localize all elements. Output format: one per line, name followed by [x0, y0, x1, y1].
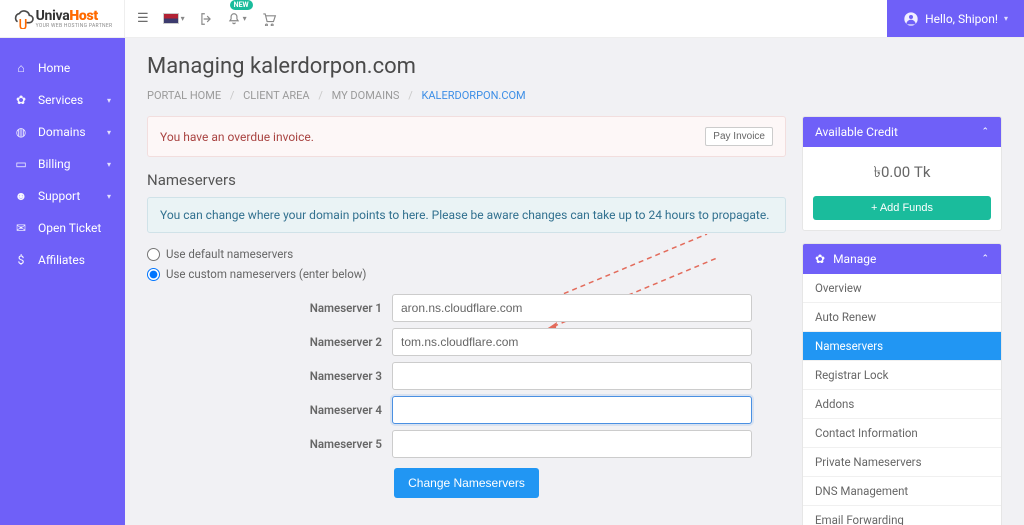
sidebar: ⌂ Home ✿ Services ▾ ◍ Domains ▾ ▭ Billing ▾ ☻ Suppor… [0, 38, 125, 525]
globe-icon: ◍ [14, 125, 28, 139]
ns1-input[interactable] [392, 294, 752, 322]
manage-panel-header[interactable]: ✿ Manage ⌃ [803, 244, 1001, 274]
sidebar-item-domains[interactable]: ◍ Domains ▾ [0, 116, 125, 148]
breadcrumb-client[interactable]: CLIENT AREA [243, 89, 309, 102]
manage-item-auto-renew[interactable]: Auto Renew [803, 302, 1001, 331]
chevron-down-icon: ▾ [107, 160, 111, 169]
ns2-input[interactable] [392, 328, 752, 356]
credit-amount: ৳0.00 Tk [803, 147, 1001, 196]
user-greeting: Hello, Shipon! [925, 12, 998, 26]
pay-invoice-button[interactable]: Pay Invoice [705, 127, 773, 146]
sidebar-item-home[interactable]: ⌂ Home [0, 52, 125, 84]
logout-button[interactable] [199, 12, 213, 26]
menu-toggle-button[interactable]: ☰ [137, 11, 149, 26]
use-default-ns-option[interactable]: Use default nameservers [147, 245, 786, 265]
support-icon: ☻ [14, 189, 28, 203]
ns5-label: Nameserver 5 [147, 437, 392, 451]
user-icon [903, 11, 919, 27]
notifications-button[interactable]: ▾ NEW [227, 12, 247, 26]
sidebar-item-open-ticket[interactable]: ✉ Open Ticket [0, 212, 125, 244]
ns4-label: Nameserver 4 [147, 403, 392, 417]
manage-item-registrar-lock[interactable]: Registrar Lock [803, 360, 1001, 389]
cloud-logo-icon [12, 9, 34, 29]
nameservers-heading: Nameservers [147, 171, 786, 189]
ns1-label: Nameserver 1 [147, 301, 392, 315]
sidebar-item-label: Affiliates [38, 253, 85, 267]
breadcrumb-portal[interactable]: PORTAL HOME [147, 89, 221, 102]
sidebar-item-label: Billing [38, 157, 71, 171]
brand-name: UnivaHost [36, 8, 98, 24]
ns2-label: Nameserver 2 [147, 335, 392, 349]
sidebar-item-label: Services [38, 93, 83, 107]
gear-icon: ✿ [815, 252, 825, 266]
overdue-text: You have an overdue invoice. [160, 130, 314, 144]
sidebar-item-billing[interactable]: ▭ Billing ▾ [0, 148, 125, 180]
chevron-down-icon: ▾ [107, 192, 111, 201]
add-funds-button[interactable]: + Add Funds [813, 196, 991, 220]
manage-item-private-nameservers[interactable]: Private Nameservers [803, 447, 1001, 476]
nameservers-info: You can change where your domain points … [147, 197, 786, 233]
chevron-down-icon: ▾ [107, 96, 111, 105]
page-title: Managing kalerdorpon.com [147, 54, 1002, 79]
flag-icon [163, 13, 179, 24]
credit-panel: Available Credit ⌃ ৳0.00 Tk + Add Funds [802, 116, 1002, 231]
manage-item-nameservers[interactable]: Nameservers [803, 331, 1001, 360]
ns4-input[interactable] [392, 396, 752, 424]
manage-item-email-forwarding[interactable]: Email Forwarding [803, 505, 1001, 525]
card-icon: ▭ [14, 157, 28, 171]
chevron-down-icon: ▾ [181, 14, 185, 23]
manage-panel: ✿ Manage ⌃ OverviewAuto RenewNameservers… [802, 243, 1002, 525]
language-selector[interactable]: ▾ [163, 13, 185, 24]
sidebar-item-support[interactable]: ☻ Support ▾ [0, 180, 125, 212]
ticket-icon: ✉ [14, 221, 28, 235]
sidebar-item-services[interactable]: ✿ Services ▾ [0, 84, 125, 116]
breadcrumb-mydomains[interactable]: MY DOMAINS [332, 89, 400, 102]
cart-button[interactable] [261, 12, 277, 26]
use-custom-radio[interactable] [147, 268, 160, 281]
chevron-down-icon: ▾ [243, 14, 247, 23]
topbar: UnivaHost YOUR WEB HOSTING PARTNER ☰ ▾ ▾… [0, 0, 1024, 38]
manage-item-overview[interactable]: Overview [803, 274, 1001, 302]
sidebar-item-label: Domains [38, 125, 86, 139]
overdue-alert: You have an overdue invoice. Pay Invoice [147, 116, 786, 157]
manage-item-contact-information[interactable]: Contact Information [803, 418, 1001, 447]
breadcrumb: PORTAL HOME / CLIENT AREA / MY DOMAINS /… [147, 89, 1002, 102]
ns5-input[interactable] [392, 430, 752, 458]
cart-icon [261, 12, 277, 26]
new-badge: NEW [230, 0, 253, 10]
gear-icon: ✿ [14, 93, 28, 107]
dollar-icon: $ [14, 253, 28, 267]
chevron-up-icon[interactable]: ⌃ [981, 254, 989, 264]
bell-icon [227, 12, 241, 26]
user-menu[interactable]: Hello, Shipon! ▾ [887, 0, 1024, 37]
chevron-down-icon: ▾ [107, 128, 111, 137]
brand-logo[interactable]: UnivaHost YOUR WEB HOSTING PARTNER [0, 0, 125, 37]
sidebar-item-label: Support [38, 189, 80, 203]
breadcrumb-current: KALERDORPON.COM [421, 89, 525, 102]
sidebar-item-affiliates[interactable]: $ Affiliates [0, 244, 125, 276]
logout-icon [199, 12, 213, 26]
home-icon: ⌂ [14, 61, 28, 75]
manage-item-addons[interactable]: Addons [803, 389, 1001, 418]
ns3-input[interactable] [392, 362, 752, 390]
sidebar-item-label: Home [38, 61, 70, 75]
use-custom-ns-option[interactable]: Use custom nameservers (enter below) [147, 265, 786, 285]
ns3-label: Nameserver 3 [147, 369, 392, 383]
credit-panel-header[interactable]: Available Credit ⌃ [803, 117, 1001, 147]
use-default-radio[interactable] [147, 248, 160, 261]
chevron-up-icon[interactable]: ⌃ [981, 127, 989, 137]
change-nameservers-button[interactable]: Change Nameservers [394, 468, 539, 498]
sidebar-item-label: Open Ticket [38, 221, 101, 235]
manage-item-dns-management[interactable]: DNS Management [803, 476, 1001, 505]
brand-tagline: YOUR WEB HOSTING PARTNER [36, 24, 113, 29]
chevron-down-icon: ▾ [1004, 14, 1008, 23]
